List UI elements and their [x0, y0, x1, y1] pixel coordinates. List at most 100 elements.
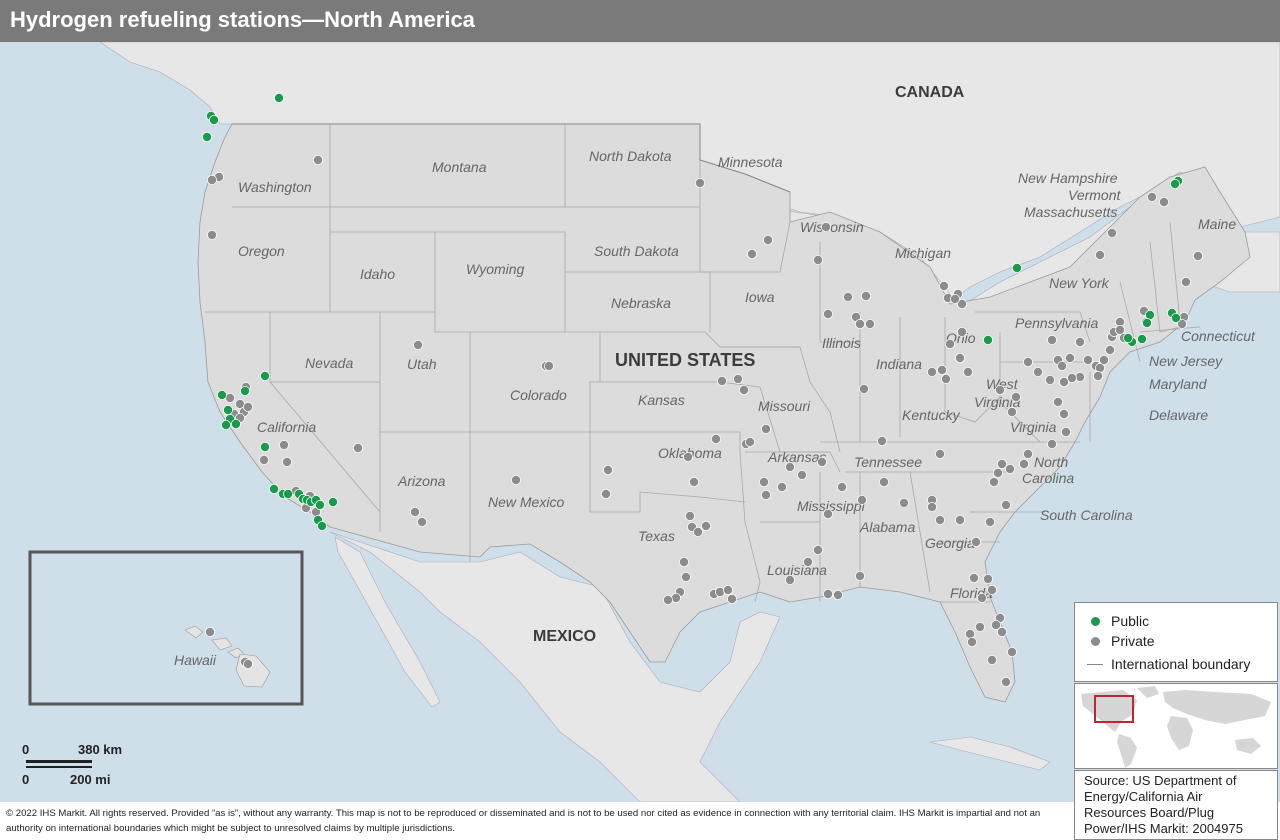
private-station-marker[interactable] — [601, 488, 612, 499]
private-station-marker[interactable] — [785, 461, 796, 472]
private-station-marker[interactable] — [861, 290, 872, 301]
private-station-marker[interactable] — [412, 339, 423, 350]
private-station-marker[interactable] — [1105, 344, 1116, 355]
private-station-marker[interactable] — [416, 516, 427, 527]
private-station-marker[interactable] — [693, 526, 704, 537]
public-station-marker[interactable] — [1012, 262, 1023, 273]
private-station-marker[interactable] — [206, 229, 217, 240]
private-station-marker[interactable] — [242, 401, 253, 412]
private-station-marker[interactable] — [733, 373, 744, 384]
private-station-marker[interactable] — [977, 593, 988, 604]
private-station-marker[interactable] — [969, 573, 980, 584]
public-station-marker[interactable] — [259, 441, 270, 452]
public-station-marker[interactable] — [1171, 312, 1182, 323]
private-station-marker[interactable] — [206, 174, 217, 185]
private-station-marker[interactable] — [1007, 406, 1018, 417]
private-station-marker[interactable] — [879, 476, 890, 487]
private-station-marker[interactable] — [855, 318, 866, 329]
public-station-marker[interactable] — [1123, 332, 1134, 343]
private-station-marker[interactable] — [1047, 334, 1058, 345]
private-station-marker[interactable] — [409, 506, 420, 517]
public-station-marker[interactable] — [208, 115, 219, 126]
public-station-marker[interactable] — [222, 404, 233, 415]
private-station-marker[interactable] — [745, 436, 756, 447]
private-station-marker[interactable] — [1181, 276, 1192, 287]
public-station-marker[interactable] — [1142, 317, 1153, 328]
private-station-marker[interactable] — [987, 655, 998, 666]
public-station-marker[interactable] — [201, 132, 212, 143]
private-station-marker[interactable] — [242, 659, 253, 670]
public-station-marker[interactable] — [983, 334, 994, 345]
private-station-marker[interactable] — [747, 248, 758, 259]
private-station-marker[interactable] — [204, 627, 215, 638]
private-station-marker[interactable] — [727, 594, 738, 605]
private-station-marker[interactable] — [993, 467, 1004, 478]
public-station-marker[interactable] — [1137, 333, 1148, 344]
private-station-marker[interactable] — [995, 384, 1006, 395]
private-station-marker[interactable] — [312, 155, 323, 166]
public-station-marker[interactable] — [282, 488, 293, 499]
private-station-marker[interactable] — [997, 458, 1008, 469]
private-station-marker[interactable] — [1007, 647, 1018, 658]
private-station-marker[interactable] — [797, 469, 808, 480]
private-station-marker[interactable] — [763, 234, 774, 245]
private-station-marker[interactable] — [859, 383, 870, 394]
private-station-marker[interactable] — [941, 373, 952, 384]
private-station-marker[interactable] — [278, 439, 289, 450]
private-station-marker[interactable] — [957, 326, 968, 337]
private-station-marker[interactable] — [1061, 426, 1072, 437]
private-station-marker[interactable] — [1023, 356, 1034, 367]
private-station-marker[interactable] — [1005, 463, 1016, 474]
public-station-marker[interactable] — [220, 419, 231, 430]
private-station-marker[interactable] — [813, 544, 824, 555]
private-station-marker[interactable] — [1095, 249, 1106, 260]
private-station-marker[interactable] — [837, 481, 848, 492]
private-station-marker[interactable] — [1019, 458, 1030, 469]
private-station-marker[interactable] — [927, 501, 938, 512]
private-station-marker[interactable] — [1033, 366, 1044, 377]
private-station-marker[interactable] — [1099, 354, 1110, 365]
private-station-marker[interactable] — [821, 221, 832, 232]
private-station-marker[interactable] — [813, 254, 824, 265]
private-station-marker[interactable] — [777, 481, 788, 492]
private-station-marker[interactable] — [939, 280, 950, 291]
private-station-marker[interactable] — [739, 384, 750, 395]
private-station-marker[interactable] — [761, 489, 772, 500]
public-station-marker[interactable] — [327, 496, 338, 507]
public-station-marker[interactable] — [239, 385, 250, 396]
private-station-marker[interactable] — [989, 476, 1000, 487]
private-station-marker[interactable] — [701, 520, 712, 531]
private-station-marker[interactable] — [1047, 438, 1058, 449]
private-station-marker[interactable] — [803, 557, 814, 568]
private-station-marker[interactable] — [689, 476, 700, 487]
private-station-marker[interactable] — [281, 456, 292, 467]
private-station-marker[interactable] — [785, 575, 796, 586]
private-station-marker[interactable] — [950, 293, 961, 304]
public-station-marker[interactable] — [314, 499, 325, 510]
private-station-marker[interactable] — [711, 433, 722, 444]
public-station-marker[interactable] — [316, 520, 327, 531]
private-station-marker[interactable] — [971, 536, 982, 547]
private-station-marker[interactable] — [1001, 677, 1012, 688]
private-station-marker[interactable] — [761, 423, 772, 434]
private-station-marker[interactable] — [663, 595, 674, 606]
private-station-marker[interactable] — [937, 364, 948, 375]
private-station-marker[interactable] — [759, 476, 770, 487]
private-station-marker[interactable] — [927, 366, 938, 377]
private-station-marker[interactable] — [983, 574, 994, 585]
private-station-marker[interactable] — [544, 360, 555, 371]
private-station-marker[interactable] — [975, 622, 986, 633]
private-station-marker[interactable] — [823, 308, 834, 319]
private-station-marker[interactable] — [1001, 499, 1012, 510]
private-station-marker[interactable] — [681, 572, 692, 583]
private-station-marker[interactable] — [997, 627, 1008, 638]
private-station-marker[interactable] — [717, 375, 728, 386]
private-station-marker[interactable] — [833, 590, 844, 601]
private-station-marker[interactable] — [1023, 448, 1034, 459]
private-station-marker[interactable] — [935, 448, 946, 459]
private-station-marker[interactable] — [1059, 376, 1070, 387]
private-station-marker[interactable] — [352, 442, 363, 453]
private-station-marker[interactable] — [877, 435, 888, 446]
public-station-marker[interactable] — [273, 93, 284, 104]
private-station-marker[interactable] — [510, 474, 521, 485]
